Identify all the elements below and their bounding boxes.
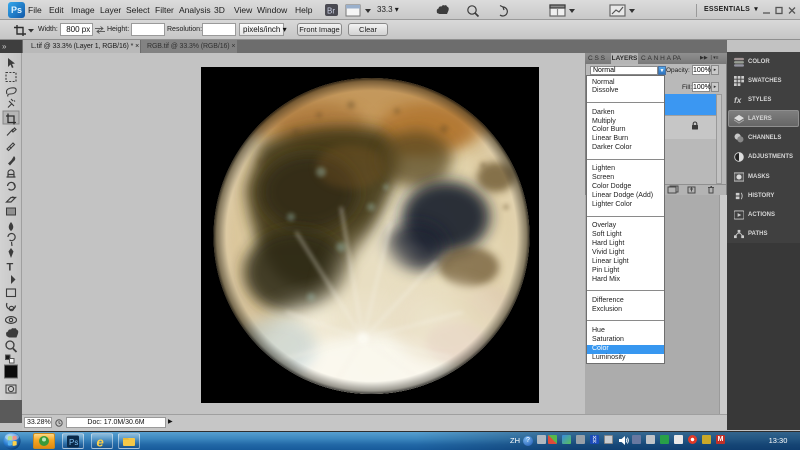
svg-text:Ps: Ps xyxy=(69,438,78,447)
svg-text:T: T xyxy=(7,262,14,274)
svg-text:fx: fx xyxy=(734,96,742,105)
svg-text:e: e xyxy=(97,434,104,449)
svg-text:Br: Br xyxy=(327,7,335,16)
